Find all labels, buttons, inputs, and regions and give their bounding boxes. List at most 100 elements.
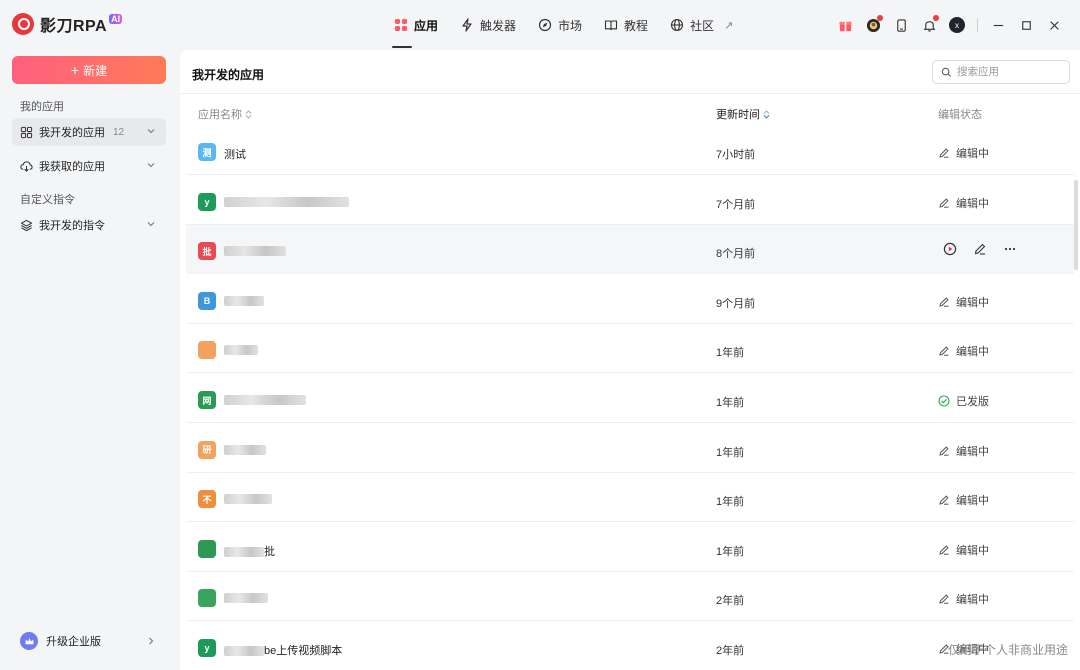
profile-status-icon[interactable] [859,11,887,39]
page-title: 我开发的应用 [192,68,265,82]
app-name-cell[interactable]: be上传视频脚本 [224,642,342,658]
status-label: 编辑中 [956,594,989,607]
user-avatar[interactable]: x [943,11,971,39]
column-header-name[interactable]: 应用名称 [198,106,252,122]
table-row[interactable]: B 9个月前 编辑中 [186,275,1074,324]
app-name-cell[interactable]: 批 [224,543,275,559]
app-name: be上传视频脚本 [264,645,343,657]
external-link-icon: ↗ [724,19,734,32]
notification-dot [877,15,883,21]
redacted-text [224,546,264,557]
redacted-text [224,494,272,505]
app-name-cell[interactable] [224,444,266,456]
search-input[interactable] [957,66,1057,78]
edit-icon[interactable] [972,241,988,257]
apps-grid-icon [20,126,33,138]
updated-time: 2年前 [716,595,745,608]
updated-time: 1年前 [716,397,745,409]
table-row[interactable]: 不 1年前 编辑中 [186,473,1074,523]
app-icon: B [198,291,216,310]
nav-tab-label: 应用 [414,18,439,33]
table-row[interactable]: 1年前 编辑中 [186,324,1074,374]
updated-time: 1年前 [716,496,745,509]
titlebar-controls: x [831,0,1068,50]
redacted-text [224,646,264,657]
app-name-cell[interactable] [224,295,264,307]
nav-tab-apps[interactable]: 应用 [383,0,449,50]
redacted-text [224,295,264,306]
app-name-cell[interactable] [224,493,272,505]
plus-icon: + [70,62,80,78]
app-name-cell[interactable] [224,245,286,257]
column-header-updated[interactable]: 更新时间 [716,106,770,122]
sidebar: + 新建 我的应用 我开发的应用 12 我获取的应用 自定义指令 我开发的指令 … [0,50,178,670]
updated-time: 2年前 [716,645,745,657]
run-icon[interactable] [942,241,958,257]
app-name: 影刀RPA [40,18,108,35]
new-button[interactable]: + 新建 [12,56,166,84]
app-name-cell[interactable] [224,394,306,406]
sidebar-item-my-commands[interactable]: 我开发的指令 [12,211,166,239]
app-name: 测试 [224,149,246,161]
table-row[interactable]: 网 1年前 已发版 [186,374,1074,423]
gift-icon[interactable] [831,11,859,39]
nav-tab-community[interactable]: 社区 ↗ [659,0,744,50]
apps-grid-icon [394,18,408,32]
minimize-icon[interactable] [984,11,1012,39]
pencil-icon [938,296,950,308]
updated-time: 1年前 [716,446,745,459]
sort-icon [245,109,252,119]
table-row[interactable]: 批 1年前 编辑中 [186,523,1074,572]
nav-tab-label: 触发器 [480,18,517,33]
tablet-icon[interactable] [887,11,915,39]
section-title-my-apps: 我的应用 [20,101,64,113]
globe-icon [670,18,684,32]
more-icon[interactable] [1002,241,1018,257]
edit-status: 编辑中 [938,145,989,161]
app-name-cell[interactable] [224,344,258,356]
status-label: 编辑中 [956,296,989,309]
nav-tab-market[interactable]: 市场 [527,0,593,50]
book-icon [604,18,618,32]
app-logo: 影刀RPA AI [12,12,123,36]
table-row[interactable]: y be上传视频脚本 2年前 编辑中 [186,622,1074,670]
avatar-letter: x [949,17,965,33]
app-name-cell[interactable] [224,196,349,208]
table-row[interactable]: 批 8个月前 [186,225,1074,275]
table-row[interactable]: 2年前 编辑中 [186,572,1074,622]
upgrade-label: 升级企业版 [46,636,101,648]
sidebar-item-my-developed-apps[interactable]: 我开发的应用 12 [12,118,166,146]
close-icon[interactable] [1040,11,1068,39]
app-name-cell[interactable]: 测试 [224,146,246,162]
nav-tab-triggers[interactable]: 触发器 [449,0,527,50]
updated-time: 7小时前 [716,149,756,161]
main-panel: 我开发的应用 应用名称 更新时间 编辑状态 测测试7小时前编辑中y7个月前编辑中… [180,50,1080,670]
app-icon: 研 [198,440,216,459]
upgrade-enterprise-button[interactable]: 升级企业版 [20,630,160,652]
search-box[interactable] [932,60,1070,84]
app-name-cell[interactable] [224,592,268,604]
notification-dot [933,15,939,21]
pencil-icon [938,147,950,159]
table-row[interactable]: 测测试 7小时前 编辑中 [186,126,1074,175]
sort-icon [763,109,770,119]
status-label: 编辑中 [956,148,989,160]
nav-tab-tutorials[interactable]: 教程 [593,0,659,50]
pencil-icon [938,494,950,506]
edit-status: 编辑中 [938,443,989,459]
app-icon: 批 [198,242,216,261]
scrollbar[interactable] [1074,180,1078,270]
table-row[interactable]: 研 1年前 编辑中 [186,424,1074,473]
redacted-text [224,246,286,257]
app-icon: y [198,192,216,211]
sidebar-item-obtained-apps[interactable]: 我获取的应用 [12,152,166,180]
sidebar-item-label: 我获取的应用 [39,161,105,173]
edit-status: 编辑中 [938,591,989,607]
table-row[interactable]: y 7个月前 编辑中 [186,176,1074,225]
app-count-badge: 12 [113,126,125,138]
edit-status: 编辑中 [938,294,989,310]
bell-icon[interactable] [915,11,943,39]
maximize-icon[interactable] [1012,11,1040,39]
app-icon: 测 [198,143,216,161]
edit-status: 编辑中 [938,542,989,558]
